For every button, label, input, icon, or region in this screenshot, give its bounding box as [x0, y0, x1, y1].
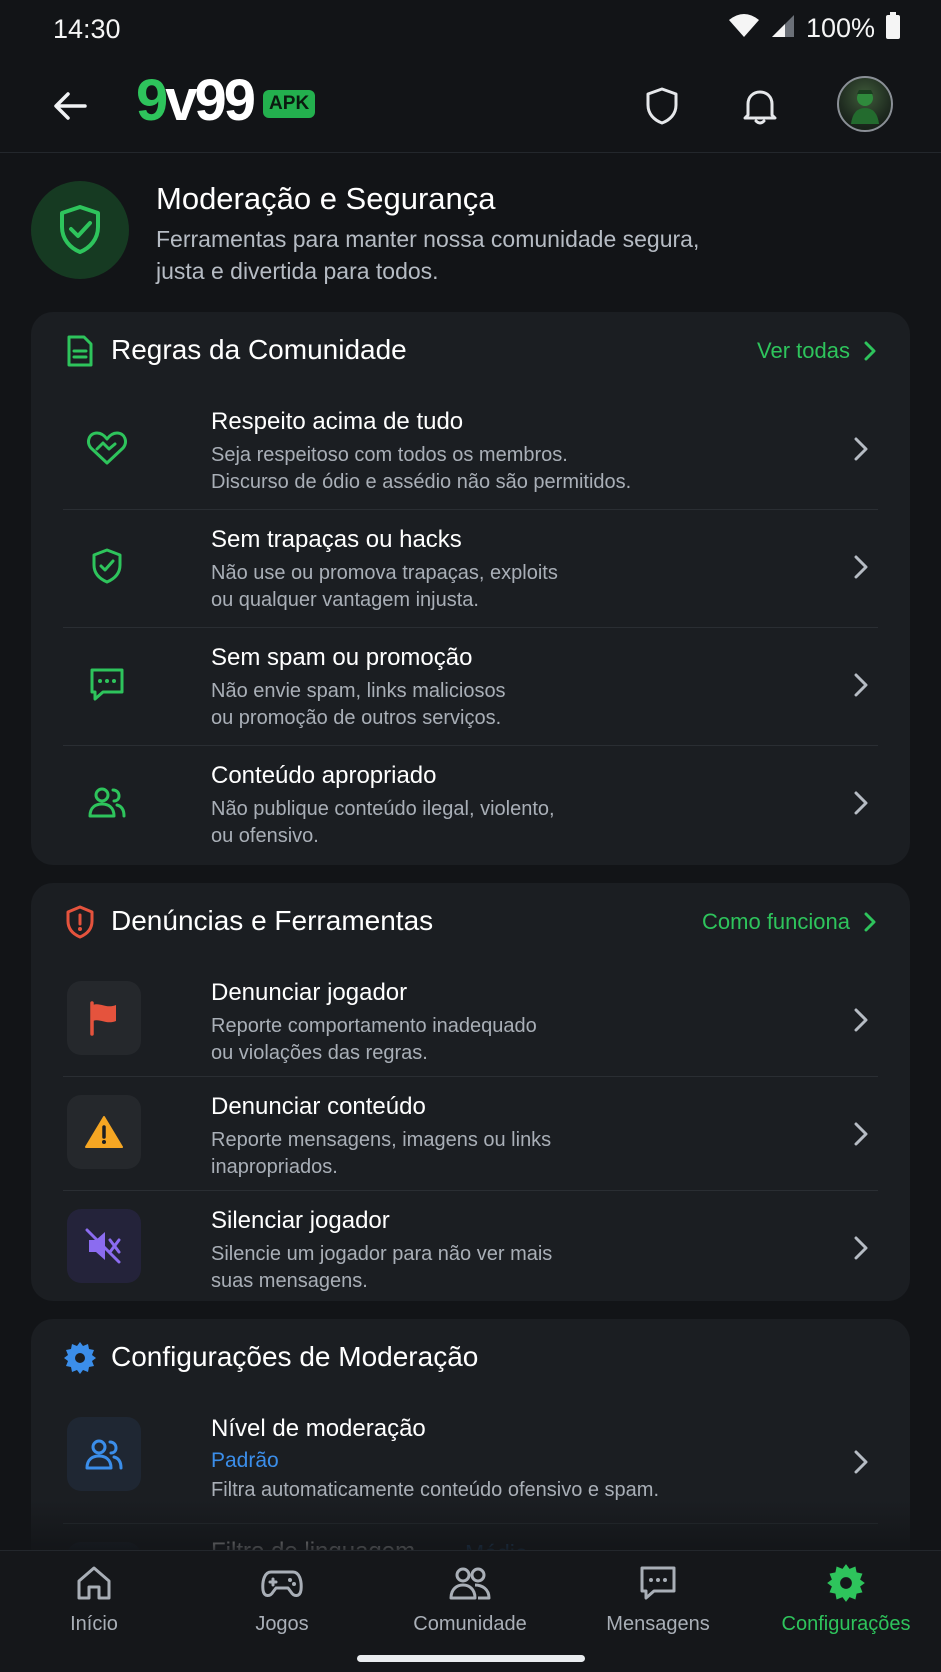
- bell-icon: [743, 90, 777, 125]
- nav-games[interactable]: Jogos: [188, 1561, 376, 1651]
- setting-title: Nível de moderação: [211, 1415, 426, 1442]
- status-indicators: 100%: [728, 12, 901, 45]
- rule-description: Não use ou promova trapaças, exploits ou …: [211, 562, 558, 611]
- gear-icon: [63, 1341, 97, 1375]
- alert-shield-icon: [63, 905, 97, 939]
- setting-description: Filtra automaticamente conteúdo ofensivo…: [211, 1479, 660, 1501]
- chevron-right-icon: [844, 1117, 878, 1151]
- nav-label: Jogos: [255, 1613, 309, 1635]
- signal-icon: [770, 13, 796, 44]
- settings-card-header: Configurações de Moderação: [31, 1319, 910, 1399]
- app-logo[interactable]: 9v99 APK: [136, 68, 316, 133]
- rules-card: Regras da Comunidade Ver todas Respeito …: [31, 312, 910, 865]
- status-time: 14:30: [53, 14, 121, 44]
- wifi-icon: [728, 13, 760, 44]
- rules-card-header: Regras da Comunidade Ver todas: [31, 312, 910, 392]
- reports-card: Denúncias e Ferramentas Como funciona De…: [31, 883, 910, 1301]
- hero-shield-badge: [31, 181, 129, 279]
- chevron-right-icon: [844, 432, 878, 466]
- rule-title: Conteúdo apropriado: [211, 762, 437, 789]
- report-title: Silenciar jogador: [211, 1207, 390, 1234]
- nav-label: Mensagens: [606, 1613, 710, 1635]
- document-icon: [63, 334, 97, 368]
- back-arrow-icon: [54, 92, 87, 120]
- nav-settings[interactable]: Configurações: [752, 1561, 940, 1651]
- rule-row-no-spam[interactable]: Sem spam ou promoção Não envie spam, lin…: [63, 628, 878, 746]
- status-bar: 14:30 100%: [0, 0, 941, 60]
- nav-messages[interactable]: Mensagens: [564, 1561, 752, 1651]
- notifications-button[interactable]: [736, 82, 784, 130]
- shield-button[interactable]: [638, 82, 686, 130]
- shield-check-icon: [75, 534, 139, 598]
- rule-row-respect[interactable]: Respeito acima de tudo Seja respeitoso c…: [63, 392, 878, 510]
- settings-title: Configurações de Moderação: [111, 1341, 479, 1372]
- moderation-level-row[interactable]: Nível de moderação Padrão Filtra automat…: [63, 1399, 878, 1524]
- rule-description: Não envie spam, links maliciosos ou promo…: [211, 680, 506, 729]
- report-description: Silencie um jogador para não ver mais sua…: [211, 1243, 553, 1292]
- battery-icon: [885, 12, 901, 45]
- users-icon: [67, 1417, 141, 1491]
- reports-how-it-works-link[interactable]: Como funciona: [702, 909, 876, 935]
- rules-title: Regras da Comunidade: [111, 334, 407, 365]
- setting-value: Padrão: [211, 1449, 279, 1472]
- handshake-heart-icon: [75, 416, 139, 480]
- chevron-right-icon: [844, 1445, 878, 1479]
- nav-label: Configurações: [781, 1613, 911, 1635]
- nav-community[interactable]: Comunidade: [376, 1561, 564, 1651]
- chevron-right-icon: [844, 1003, 878, 1037]
- mute-player-row[interactable]: Silenciar jogador Silencie um jogador pa…: [63, 1191, 878, 1301]
- report-player-row[interactable]: Denunciar jogador Reporte comportamento …: [63, 963, 878, 1077]
- messages-icon: [636, 1561, 680, 1605]
- moderation-hero: Moderação e Segurança Ferramentas para m…: [0, 165, 941, 295]
- report-description: Reporte comportamento inadequado ou viola…: [211, 1015, 537, 1064]
- reports-title: Denúncias e Ferramentas: [111, 905, 434, 936]
- report-title: Denunciar conteúdo: [211, 1093, 426, 1120]
- bottom-navigation: Início Jogos Comunidade Mensagens Config…: [0, 1550, 941, 1672]
- reports-card-header: Denúncias e Ferramentas Como funciona: [31, 883, 910, 963]
- gear-icon: [824, 1561, 868, 1605]
- users-icon: [75, 770, 139, 834]
- report-title: Denunciar jogador: [211, 979, 408, 1006]
- nav-label: Início: [70, 1613, 118, 1635]
- community-icon: [448, 1561, 492, 1605]
- home-indicator[interactable]: [357, 1655, 585, 1662]
- page-subtitle: Ferramentas para manter nossa comunidade…: [156, 226, 700, 284]
- rule-description: Seja respeitoso com todos os membros. Dis…: [211, 444, 632, 493]
- flag-icon: [67, 981, 141, 1055]
- chevron-right-icon: [864, 912, 876, 932]
- gamepad-icon: [260, 1561, 304, 1605]
- rule-title: Sem trapaças ou hacks: [211, 526, 462, 553]
- warning-icon: [67, 1095, 141, 1169]
- logo-badge: APK: [263, 90, 316, 118]
- shield-check-icon: [60, 205, 100, 254]
- chevron-right-icon: [844, 550, 878, 584]
- mute-icon: [67, 1209, 141, 1283]
- battery-percent: 100%: [805, 13, 875, 43]
- shield-icon: [646, 87, 678, 125]
- back-button[interactable]: [50, 86, 90, 126]
- rules-see-all-link[interactable]: Ver todas: [757, 338, 876, 364]
- page-title: Moderação e Segurança: [156, 181, 496, 216]
- report-content-row[interactable]: Denunciar conteúdo Reporte mensagens, im…: [63, 1077, 878, 1191]
- chevron-right-icon: [844, 668, 878, 702]
- rule-title: Sem spam ou promoção: [211, 644, 473, 671]
- chat-bubble-icon: [75, 652, 139, 716]
- rule-row-no-cheats[interactable]: Sem trapaças ou hacks Não use ou promova…: [63, 510, 878, 628]
- chevron-right-icon: [844, 786, 878, 820]
- rule-title: Respeito acima de tudo: [211, 408, 464, 435]
- chevron-right-icon: [844, 1231, 878, 1265]
- nav-label: Comunidade: [413, 1613, 527, 1635]
- nav-home[interactable]: Início: [0, 1561, 188, 1651]
- app-header: 9v99 APK: [0, 60, 941, 153]
- moderation-settings-card: Configurações de Moderação Nível de mode…: [31, 1319, 910, 1616]
- avatar[interactable]: [837, 76, 893, 132]
- rule-row-appropriate-content[interactable]: Conteúdo apropriado Não publique conteúd…: [63, 746, 878, 864]
- home-icon: [72, 1561, 116, 1605]
- reports-how-it-works-label: Como funciona: [702, 909, 850, 934]
- chevron-right-icon: [864, 341, 876, 361]
- rules-see-all-label: Ver todas: [757, 338, 850, 363]
- logo-wordmark: 9v99: [136, 68, 256, 133]
- report-description: Reporte mensagens, imagens ou links inapr…: [211, 1129, 552, 1178]
- rule-description: Não publique conteúdo ilegal, violento, o…: [211, 798, 555, 847]
